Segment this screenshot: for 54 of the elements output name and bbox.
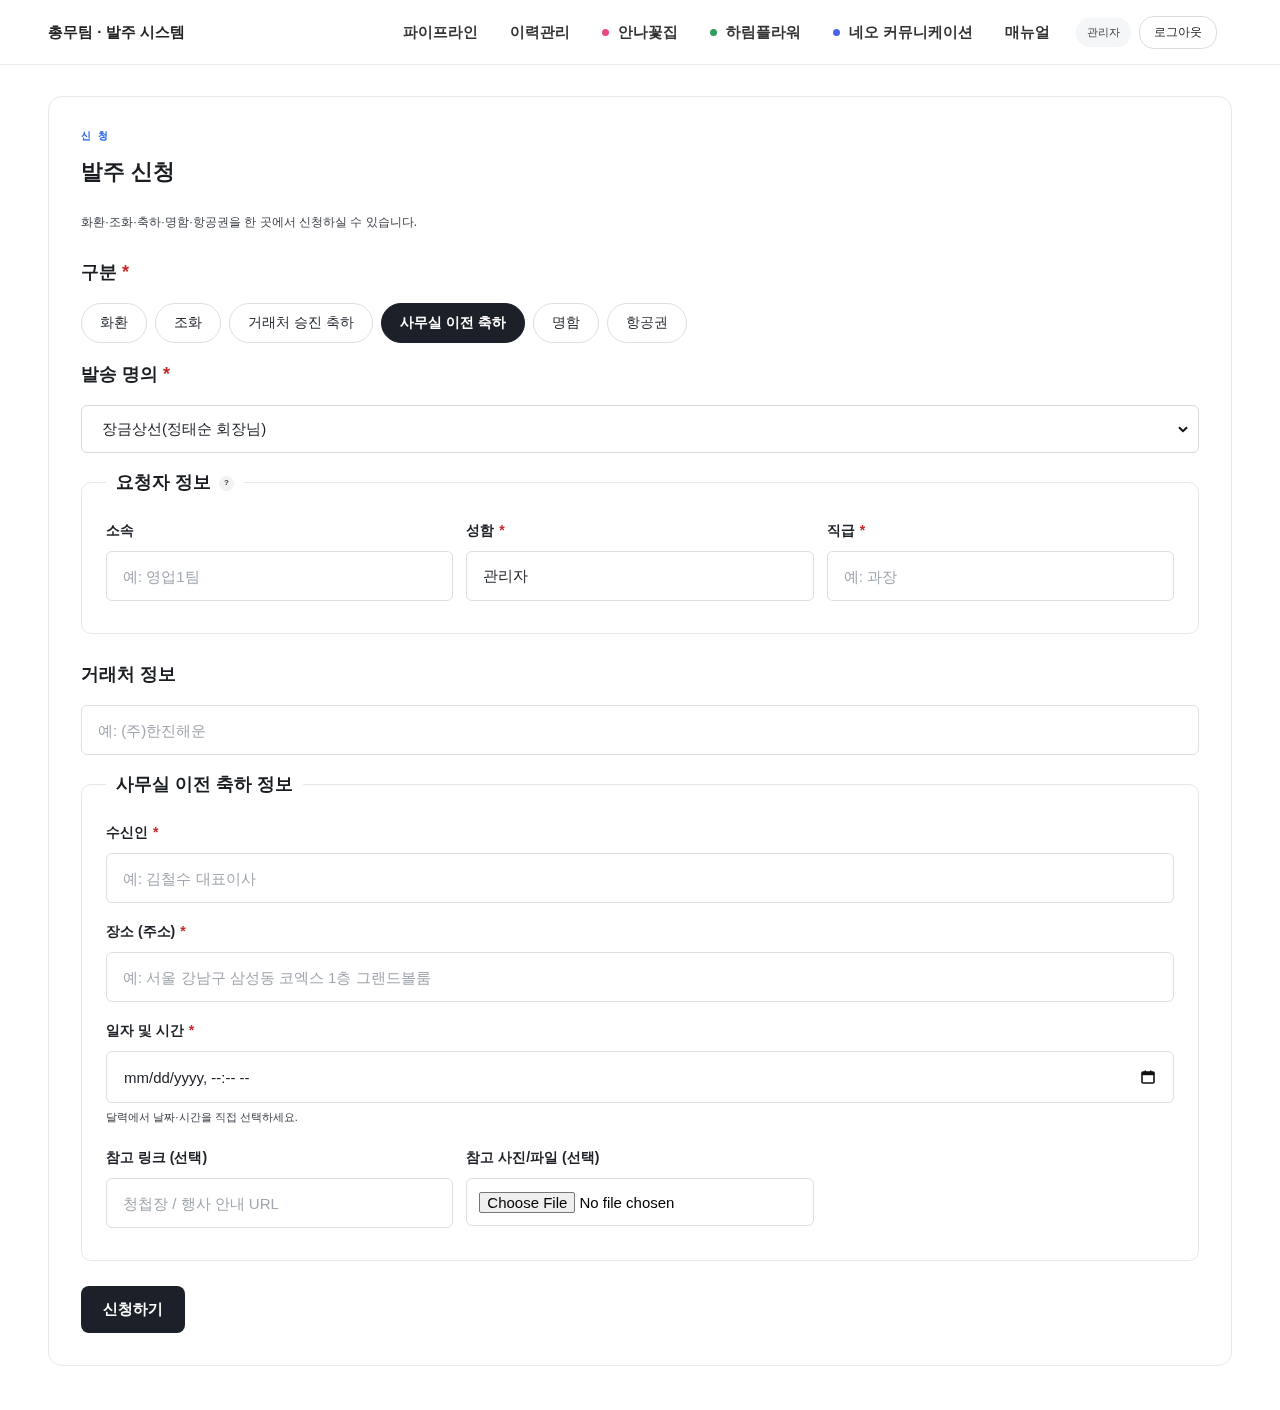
calendar-icon[interactable] (1141, 1070, 1155, 1084)
user-role-badge: 관리자 (1076, 17, 1131, 47)
help-button[interactable]: ? (219, 475, 234, 491)
page-title: 발주 신청 (81, 158, 176, 186)
field-label: 직급 (826, 521, 855, 540)
field-hint: 달력에서 날짜·시간을 직접 선택하세요. (106, 1110, 298, 1125)
text-input[interactable]: 예: 과장 (826, 551, 1174, 601)
text-input[interactable]: 예: (주)한진해운 (81, 705, 1199, 755)
logout-button[interactable]: 로그아웃 (1139, 15, 1217, 49)
file-status: No file chosen (579, 1193, 675, 1211)
section-heading: 발송 명의 (81, 363, 158, 386)
nav-link[interactable]: 하림플라워 (709, 22, 801, 42)
field-label: 장소 (주소) (106, 922, 176, 941)
required-mark: * (859, 521, 866, 540)
field-label: 참고 사진/파일 (선택) (466, 1148, 600, 1167)
app-title: 총무팀 · 발주 시스템 (48, 22, 186, 42)
field-label: 참고 링크 (선택) (106, 1148, 208, 1167)
text-input[interactable]: 예: 서울 강남구 삼성동 코엑스 1층 그랜드볼룸 (106, 952, 1174, 1002)
section-heading: 구분 (81, 261, 117, 284)
panel-title: 요청자 정보 (116, 471, 211, 494)
nav-link[interactable]: 안나꽃집 (601, 22, 678, 42)
sender-select[interactable]: 장금상선(정태순 회장님) (81, 405, 1199, 453)
panel-title: 사무실 이전 축하 정보 (116, 773, 293, 796)
page-description: 화환·조화·축하·명함·항공권을 한 곳에서 신청하실 수 있습니다. (81, 214, 417, 231)
text-input[interactable]: 예: 김철수 대표이사 (106, 853, 1174, 903)
submit-button[interactable]: 신청하기 (81, 1286, 185, 1333)
category-chip[interactable]: 항공권 (606, 303, 687, 343)
text-input[interactable]: 청첩장 / 행사 안내 URL (106, 1178, 454, 1228)
field-label: 성함 (466, 521, 495, 540)
required-mark: * (163, 363, 171, 386)
section-heading: 거래처 정보 (81, 663, 176, 686)
category-chip[interactable]: 조화 (155, 303, 221, 343)
text-input[interactable]: 예: 영업1팀 (106, 551, 454, 601)
required-mark: * (122, 261, 129, 284)
required-mark: * (180, 922, 186, 941)
field-label: 일자 및 시간 (106, 1021, 184, 1040)
category-chip[interactable]: 화환 (81, 303, 147, 343)
required-mark: * (188, 1021, 195, 1040)
eyebrow-label: 신 청 (81, 129, 110, 143)
nav-link[interactable]: 네오 커뮤니케이션 (832, 22, 973, 42)
category-chip[interactable]: 명함 (532, 303, 599, 343)
nav-link[interactable]: 파이프라인 (402, 22, 478, 42)
category-chip[interactable]: 사무실 이전 축하 (380, 303, 525, 343)
choose-file-button[interactable]: Choose File (479, 1191, 576, 1213)
category-chip[interactable]: 거래처 승진 축하 (229, 303, 373, 343)
field-label: 소속 (106, 521, 134, 540)
required-mark: * (153, 823, 159, 842)
datetime-input[interactable]: mm/dd/yyyy, --:-- -- (106, 1051, 1174, 1103)
chevron-down-icon (1178, 425, 1188, 433)
nav-link[interactable]: 이력관리 (509, 22, 570, 42)
text-input[interactable]: 관리자 (466, 551, 814, 601)
required-mark: * (499, 521, 505, 540)
nav-link[interactable]: 매뉴얼 (1005, 22, 1050, 42)
field-label: 수신인 (106, 823, 148, 842)
